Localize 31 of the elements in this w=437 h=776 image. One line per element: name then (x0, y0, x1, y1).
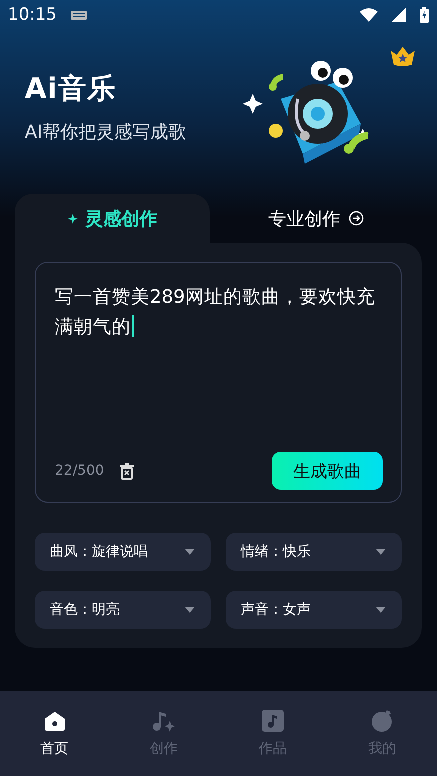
wifi-icon (360, 8, 378, 22)
option-dropdown[interactable]: 声音：女声 (226, 591, 402, 629)
crown-icon[interactable] (391, 47, 415, 67)
mode-tab[interactable]: 专业创作 (210, 194, 422, 243)
option-dropdown[interactable]: 音色：明亮 (35, 591, 211, 629)
delete-icon[interactable] (120, 462, 134, 480)
caret-icon (376, 607, 386, 613)
caret-icon (185, 607, 195, 613)
keyboard-icon (71, 10, 87, 20)
nav-tab[interactable]: 首页 (0, 691, 110, 776)
tab-label: 灵感创作 (86, 208, 158, 230)
profile-icon (371, 710, 394, 732)
signal-icon (392, 8, 406, 22)
tab-label: 专业创作 (268, 208, 340, 230)
home-icon (44, 710, 66, 732)
generate-song-button[interactable]: 生成歌曲 (272, 452, 383, 490)
music-file-icon (262, 710, 284, 732)
status-time: 10:15 (8, 5, 57, 25)
caret-icon (185, 549, 195, 555)
app-title: Ai音乐 (25, 71, 118, 107)
prompt-input-field[interactable]: 写一首赞美289网址的歌曲，要欢快充满朝气的 22/500 生成歌曲 (35, 262, 402, 503)
character-counter: 22/500 (55, 463, 104, 479)
option-dropdown[interactable]: 曲风：旋律说唱 (35, 533, 211, 571)
mode-tab[interactable]: 灵感创作 (15, 194, 210, 243)
sparkle-icon (68, 214, 78, 224)
arrow-circle-icon (348, 211, 364, 226)
option-dropdown[interactable]: 情绪：快乐 (226, 533, 402, 571)
caret-icon (376, 549, 386, 555)
music-note-icon (152, 710, 176, 732)
app-subtitle: AI帮你把灵感写成歌 (25, 121, 188, 144)
battery-icon (420, 7, 429, 23)
